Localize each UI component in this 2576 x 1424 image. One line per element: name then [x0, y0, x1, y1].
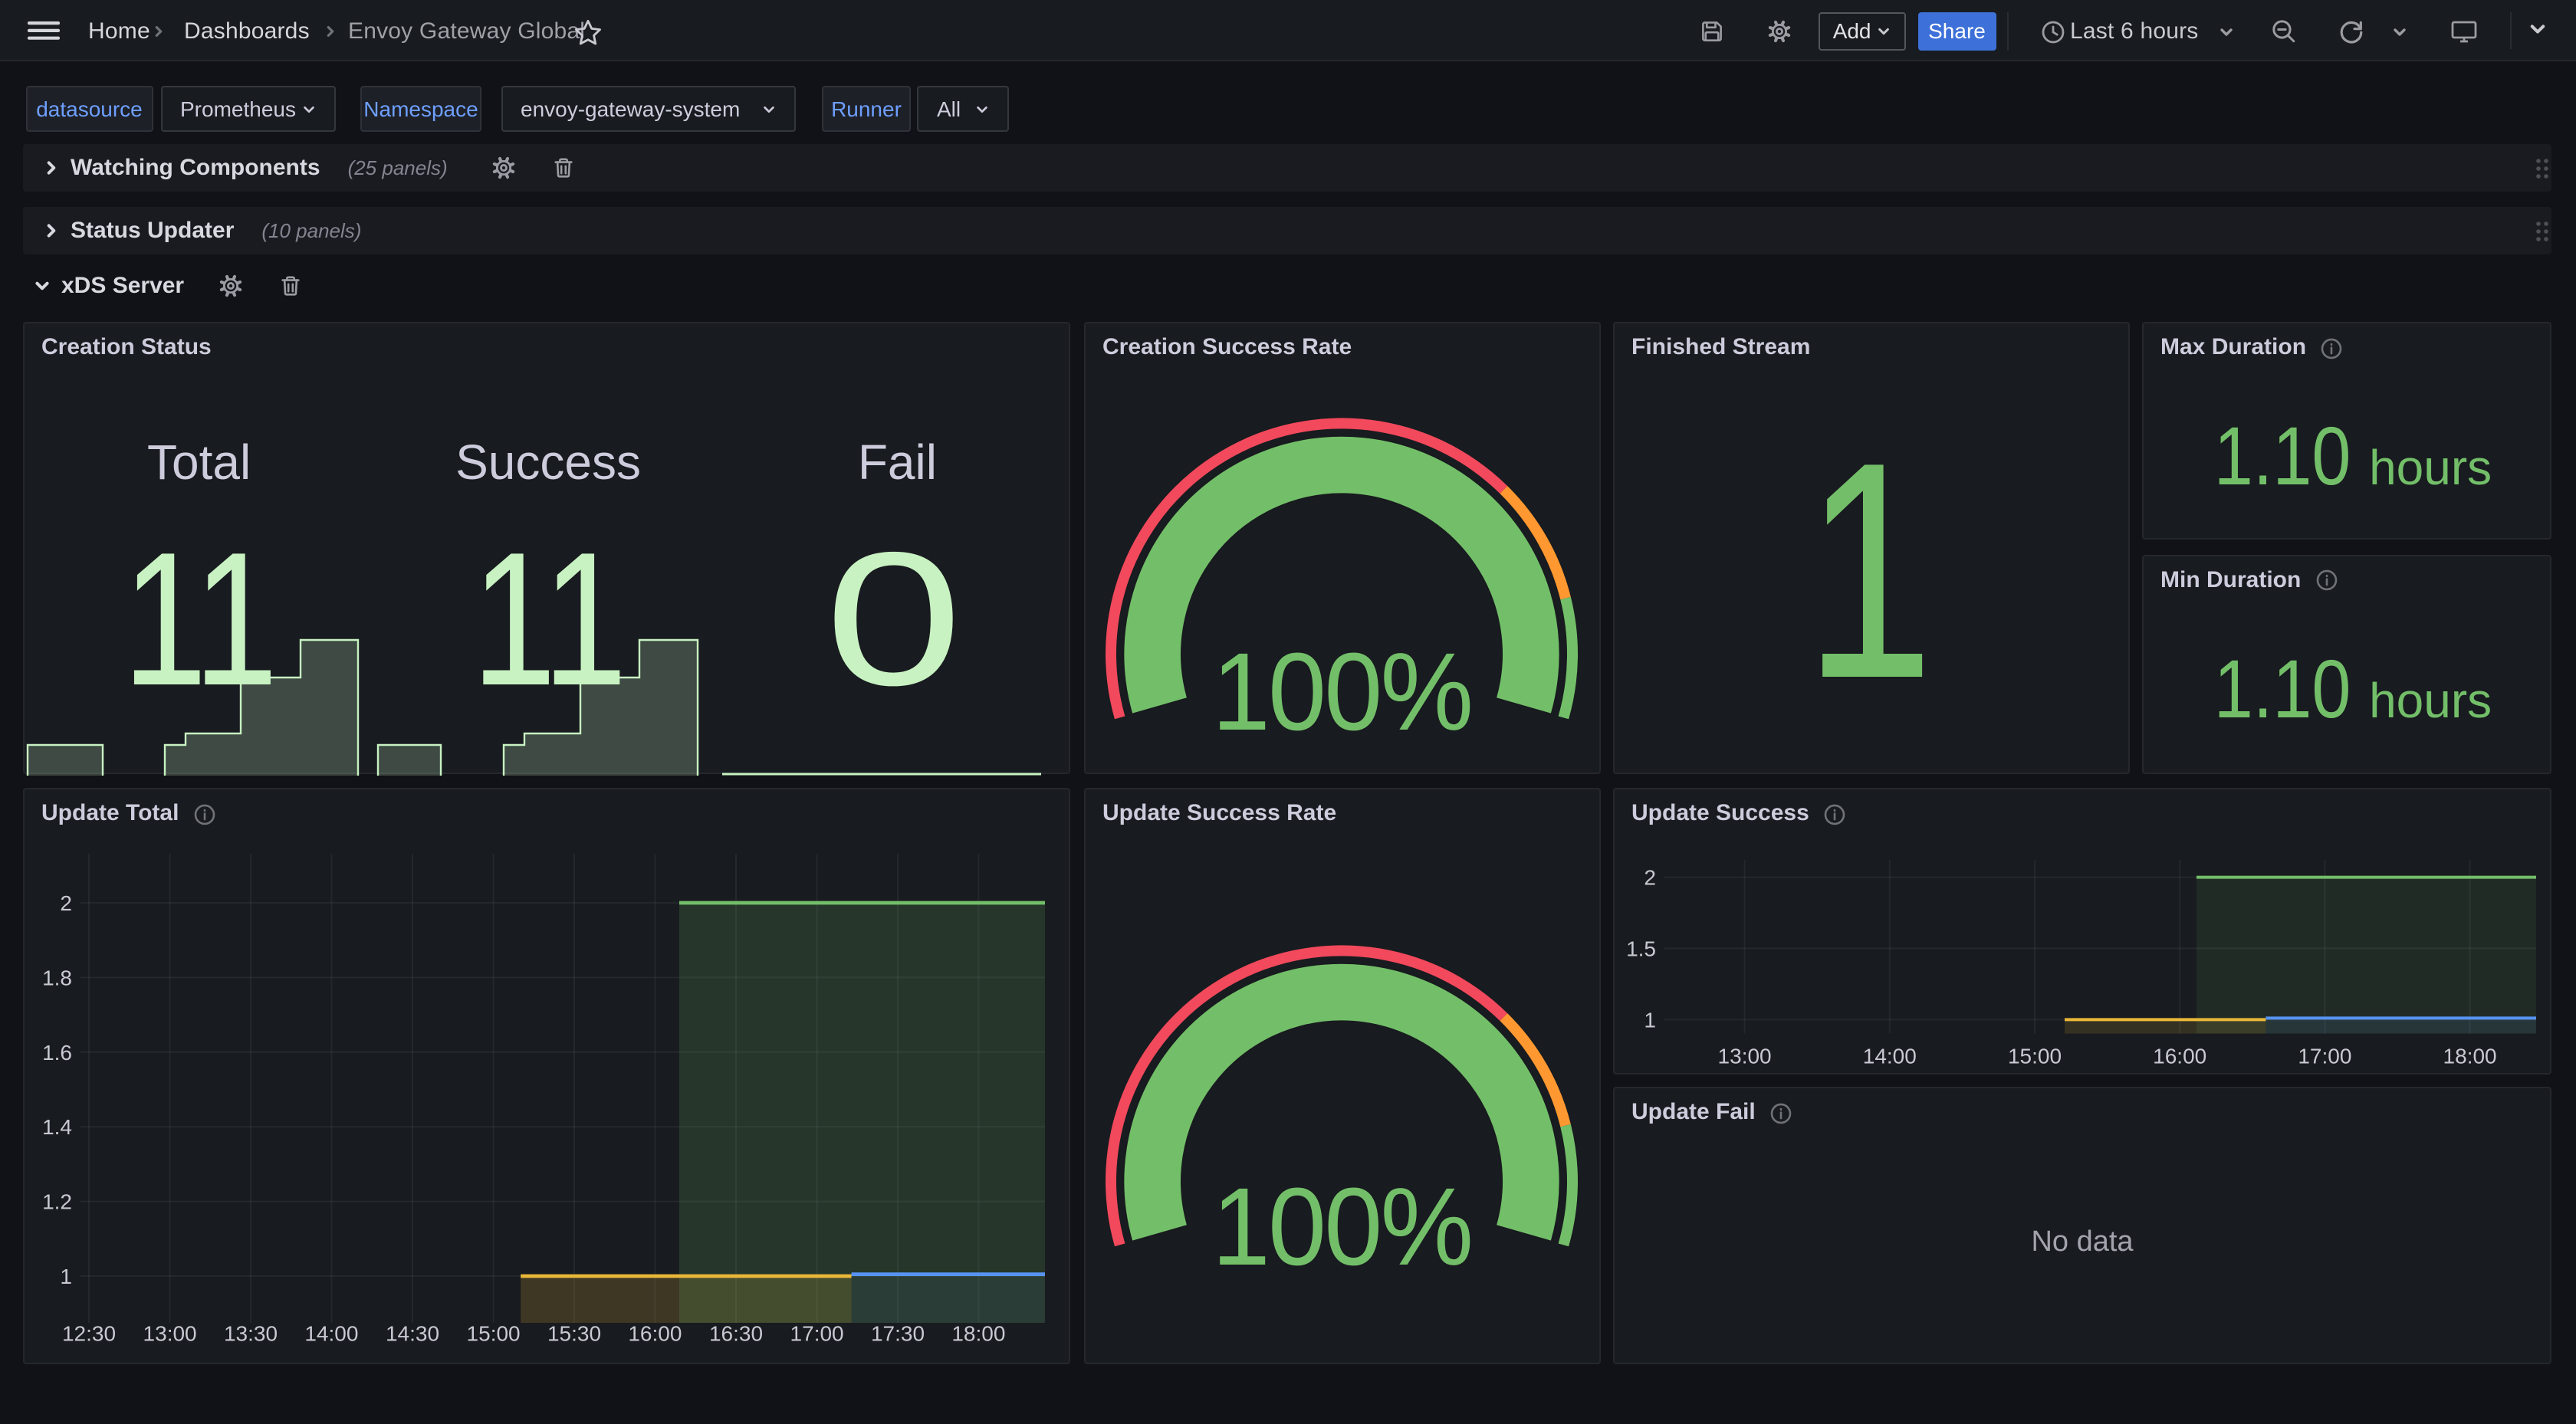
svg-text:Fail: Fail [858, 435, 937, 490]
svg-text:15:30: 15:30 [547, 1321, 601, 1345]
svg-text:Success: Success [455, 435, 641, 490]
svg-text:0: 0 [825, 513, 958, 725]
svg-text:Total: Total [147, 435, 251, 490]
svg-text:1: 1 [1805, 399, 1934, 743]
svg-text:1.2: 1.2 [42, 1190, 72, 1214]
svg-text:15:00: 15:00 [2008, 1045, 2062, 1068]
svg-text:14:00: 14:00 [1863, 1045, 1917, 1068]
svg-text:100%: 100% [1212, 630, 1471, 753]
svg-text:12:30: 12:30 [62, 1321, 116, 1345]
svg-text:14:30: 14:30 [386, 1321, 439, 1345]
svg-text:14:00: 14:00 [304, 1321, 358, 1345]
svg-text:1.4: 1.4 [42, 1115, 72, 1139]
svg-text:2: 2 [60, 891, 72, 915]
svg-text:13:30: 13:30 [224, 1321, 278, 1345]
svg-text:1.8: 1.8 [42, 966, 72, 989]
svg-text:18:00: 18:00 [951, 1321, 1005, 1345]
svg-text:1.5: 1.5 [1626, 937, 1656, 960]
svg-text:100%: 100% [1212, 1165, 1471, 1288]
svg-text:16:00: 16:00 [628, 1321, 682, 1345]
svg-text:17:00: 17:00 [2298, 1045, 2351, 1068]
svg-text:13:00: 13:00 [1718, 1045, 1772, 1068]
svg-text:2: 2 [1644, 866, 1656, 890]
svg-text:17:00: 17:00 [790, 1321, 844, 1345]
svg-text:11: 11 [472, 513, 625, 725]
svg-text:1: 1 [1644, 1008, 1656, 1032]
svg-text:13:00: 13:00 [143, 1321, 197, 1345]
svg-text:15:00: 15:00 [467, 1321, 521, 1345]
svg-text:18:00: 18:00 [2443, 1045, 2497, 1068]
svg-text:16:00: 16:00 [2153, 1045, 2206, 1068]
svg-text:16:30: 16:30 [709, 1321, 763, 1345]
svg-text:17:30: 17:30 [871, 1321, 925, 1345]
svg-text:1: 1 [60, 1265, 72, 1288]
svg-text:1.6: 1.6 [42, 1041, 72, 1065]
svg-text:11: 11 [123, 513, 276, 725]
